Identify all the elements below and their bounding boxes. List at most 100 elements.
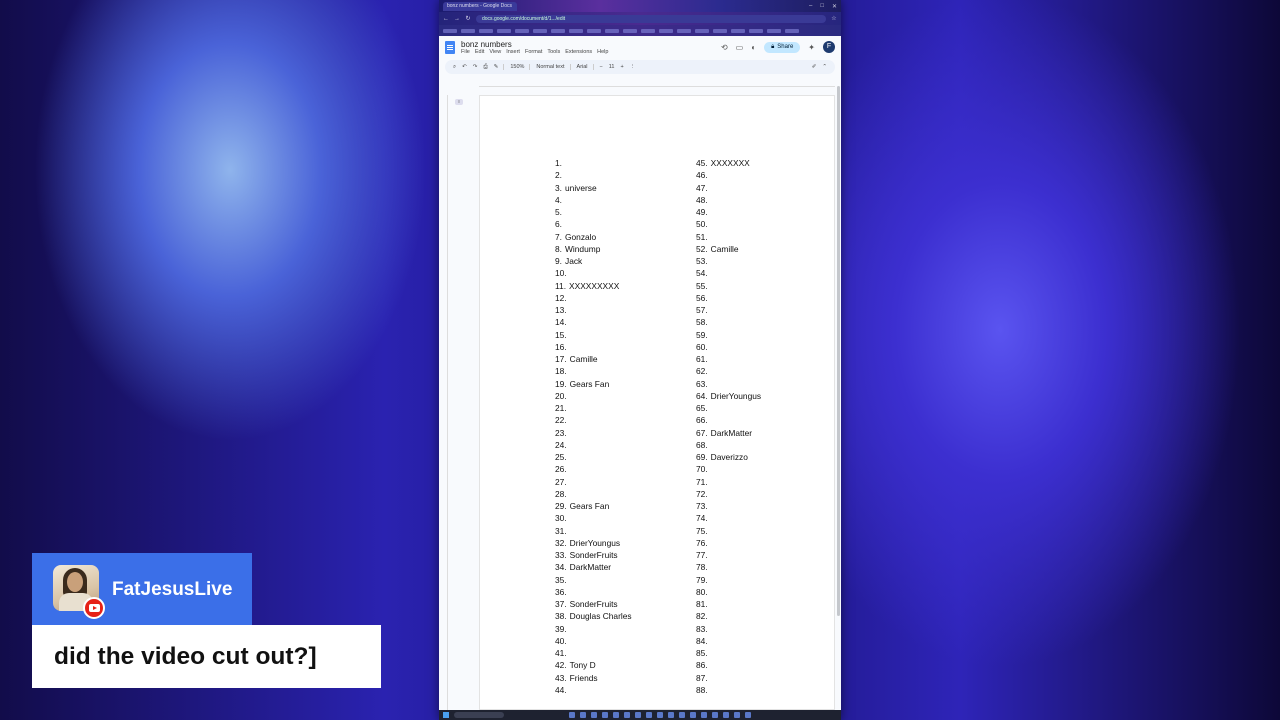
font-select[interactable]: Arial — [577, 64, 594, 70]
list-item[interactable]: 22. — [555, 414, 632, 426]
list-item[interactable]: 28. — [555, 488, 632, 500]
bookmark[interactable] — [551, 28, 565, 33]
print-icon[interactable]: ⎙ — [483, 64, 487, 71]
list-item[interactable]: 82. — [696, 610, 761, 622]
list-item[interactable]: 5. — [555, 206, 632, 218]
taskbar-app-icon[interactable] — [734, 712, 740, 718]
list-item[interactable]: 8. Windump — [555, 243, 632, 255]
list-item[interactable]: 32. DrierYoungus — [555, 537, 632, 549]
list-item[interactable]: 79. — [696, 574, 761, 586]
taskbar-app-icon[interactable] — [624, 712, 630, 718]
list-item[interactable]: 42. Tony D — [555, 659, 632, 671]
taskbar-search[interactable] — [454, 712, 504, 718]
close-icon[interactable]: ✕ — [832, 3, 837, 10]
list-item[interactable]: 17. Camille — [555, 353, 632, 365]
list-item[interactable]: 40. — [555, 635, 632, 647]
list-item[interactable]: 58. — [696, 316, 761, 328]
gemini-icon[interactable]: ✦ — [808, 43, 815, 52]
list-item[interactable]: 64. DrierYoungus — [696, 390, 761, 402]
menu-extensions[interactable]: Extensions — [565, 49, 592, 55]
list-item[interactable]: 14. — [555, 316, 632, 328]
bookmark[interactable] — [515, 28, 529, 33]
list-item[interactable]: 3. universe — [555, 182, 632, 194]
list-item[interactable]: 50. — [696, 218, 761, 230]
avatar[interactable]: F — [823, 41, 835, 53]
list-item[interactable]: 4. — [555, 194, 632, 206]
list-item[interactable]: 60. — [696, 341, 761, 353]
list-item[interactable]: 83. — [696, 623, 761, 635]
bookmark[interactable] — [659, 28, 673, 33]
menu-view[interactable]: View — [489, 49, 501, 55]
list-item[interactable]: 56. — [696, 292, 761, 304]
minimize-icon[interactable]: – — [809, 3, 812, 10]
taskbar-app-icon[interactable] — [668, 712, 674, 718]
document-page[interactable]: 1. 2. 3. universe 4. 5. 6. 7. Gonzalo 8. Windump 9.… — [479, 95, 835, 710]
taskbar-app-icon[interactable] — [580, 712, 586, 718]
list-item[interactable]: 84. — [696, 635, 761, 647]
list-item[interactable]: 2. — [555, 169, 632, 181]
share-button[interactable]: 🔒︎ Share — [764, 41, 801, 53]
paint-format-icon[interactable]: ✎ — [494, 64, 505, 70]
list-item[interactable]: 15. — [555, 329, 632, 341]
menu-tools[interactable]: Tools — [547, 49, 560, 55]
list-item[interactable]: 13. — [555, 304, 632, 316]
list-item[interactable]: 52. Camille — [696, 243, 761, 255]
list-item[interactable]: 47. — [696, 182, 761, 194]
list-item[interactable]: 43. Friends — [555, 672, 632, 684]
list-item[interactable]: 77. — [696, 549, 761, 561]
taskbar-app-icon[interactable] — [635, 712, 641, 718]
taskbar-app-icon[interactable] — [723, 712, 729, 718]
maximize-icon[interactable]: □ — [820, 3, 824, 10]
list-item[interactable]: 10. — [555, 267, 632, 279]
bookmark[interactable] — [479, 28, 493, 33]
menu-help[interactable]: Help — [597, 49, 608, 55]
font-size-increase[interactable]: + — [620, 64, 623, 70]
list-item[interactable]: 48. — [696, 194, 761, 206]
list-item[interactable]: 39. — [555, 623, 632, 635]
taskbar-app-icon[interactable] — [679, 712, 685, 718]
scrollbar[interactable] — [837, 86, 840, 616]
bookmark[interactable] — [695, 28, 709, 33]
list-item[interactable]: 63. — [696, 378, 761, 390]
bookmark[interactable] — [785, 28, 799, 33]
bookmark[interactable] — [713, 28, 727, 33]
editing-mode-icon[interactable]: ✐ — [812, 64, 817, 70]
list-item[interactable]: 41. — [555, 647, 632, 659]
taskbar-app-icon[interactable] — [646, 712, 652, 718]
taskbar-app-icon[interactable] — [712, 712, 718, 718]
outline-icon[interactable]: ≡ — [455, 99, 463, 105]
list-item[interactable]: 62. — [696, 365, 761, 377]
bookmark[interactable] — [677, 28, 691, 33]
taskbar-app-icon[interactable] — [602, 712, 608, 718]
list-item[interactable]: 45. XXXXXXX — [696, 157, 761, 169]
reload-icon[interactable]: ↻ — [465, 15, 471, 22]
more-options-icon[interactable]: ⋮ — [630, 64, 636, 70]
list-item[interactable]: 76. — [696, 537, 761, 549]
list-item[interactable]: 36. — [555, 586, 632, 598]
bookmark[interactable] — [587, 28, 601, 33]
taskbar-app-icon[interactable] — [591, 712, 597, 718]
bookmark[interactable] — [623, 28, 637, 33]
list-item[interactable]: 34. DarkMatter — [555, 561, 632, 573]
list-item[interactable]: 69. Daverizzo — [696, 451, 761, 463]
list-item[interactable]: 67. DarkMatter — [696, 427, 761, 439]
comments-icon[interactable]: ▭ — [736, 43, 744, 52]
list-item[interactable]: 1. — [555, 157, 632, 169]
bookmark[interactable] — [731, 28, 745, 33]
forward-icon[interactable]: → — [454, 16, 460, 22]
url-field[interactable]: docs.google.com/document/d/1.../edit — [476, 14, 826, 23]
list-item[interactable]: 16. — [555, 341, 632, 353]
redo-icon[interactable]: ↷ — [473, 64, 478, 70]
list-item[interactable]: 86. — [696, 659, 761, 671]
list-item[interactable]: 85. — [696, 647, 761, 659]
bookmark[interactable] — [461, 28, 475, 33]
list-item[interactable]: 19. Gears Fan — [555, 378, 632, 390]
list-item[interactable]: 33. SonderFruits — [555, 549, 632, 561]
doc-title[interactable]: bonz numbers — [461, 40, 608, 49]
list-item[interactable]: 71. — [696, 476, 761, 488]
list-item[interactable]: 20. — [555, 390, 632, 402]
list-item[interactable]: 23. — [555, 427, 632, 439]
list-item[interactable]: 44. — [555, 684, 632, 696]
list-item[interactable]: 78. — [696, 561, 761, 573]
list-item[interactable]: 7. Gonzalo — [555, 231, 632, 243]
